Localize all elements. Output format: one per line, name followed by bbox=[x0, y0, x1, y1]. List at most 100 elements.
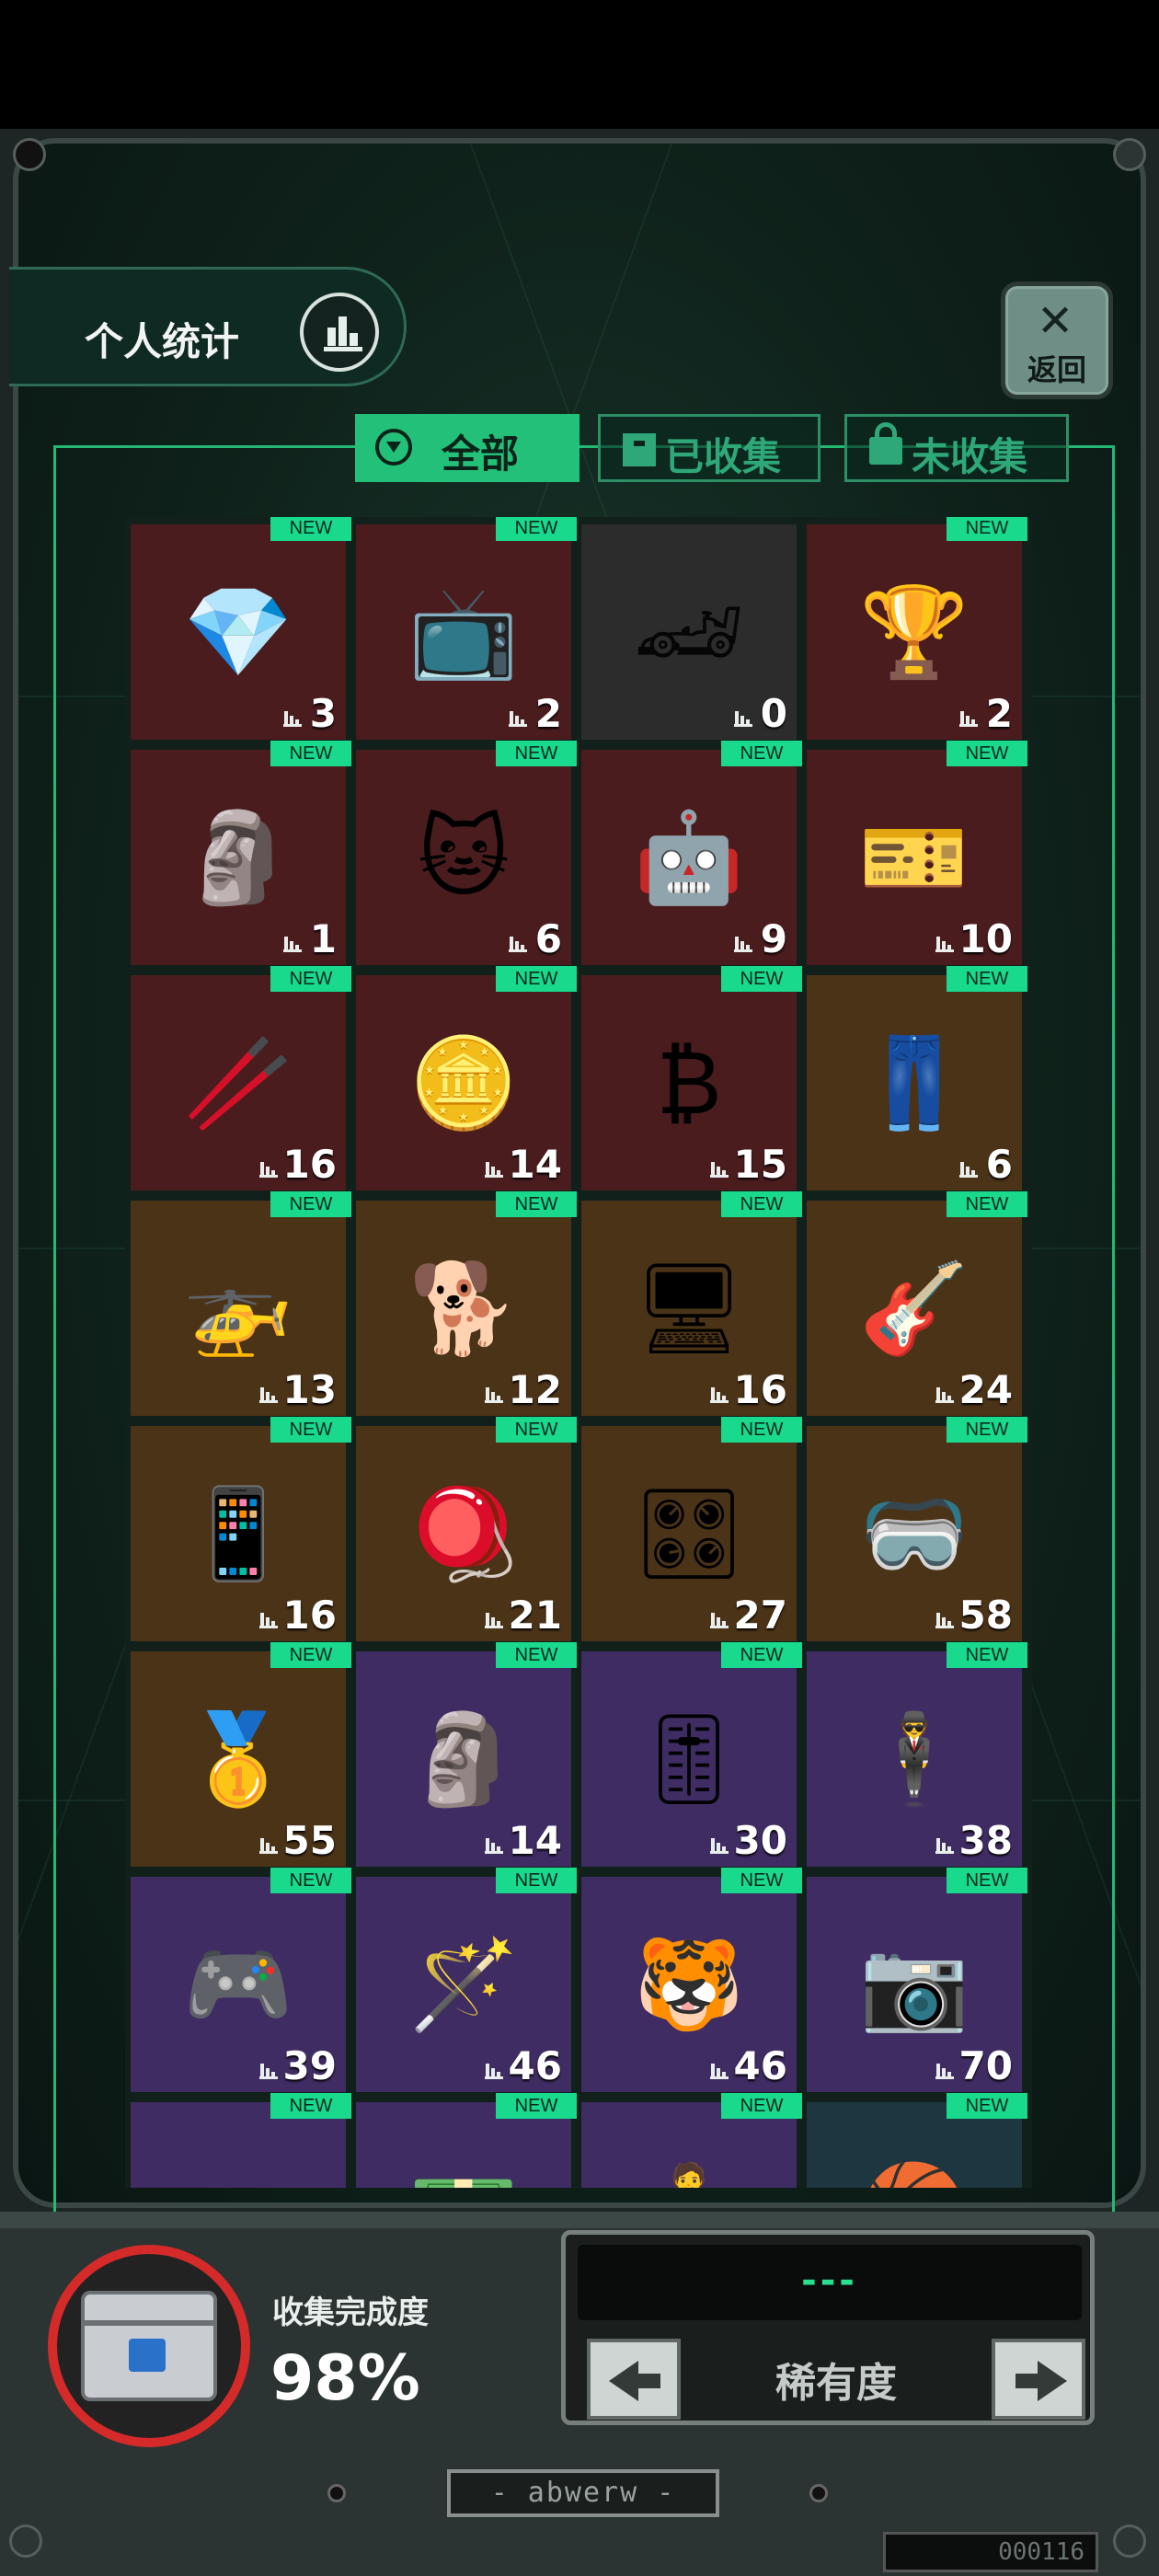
arrow-left-icon bbox=[609, 2361, 660, 2401]
collection-item[interactable]: 🪀 NEW 21 bbox=[356, 1417, 577, 1641]
arrow-right-icon bbox=[1016, 2361, 1067, 2401]
collection-item[interactable]: 🚁 NEW 13 bbox=[131, 1191, 351, 1416]
stats-small-icon bbox=[485, 1385, 505, 1403]
rarity-display: --- bbox=[578, 2245, 1082, 2320]
collection-item[interactable]: 🎸 NEW 24 bbox=[807, 1191, 1027, 1416]
completion-value: 98% bbox=[270, 2342, 420, 2415]
close-x-icon: ✕ bbox=[1037, 295, 1074, 347]
item-count: 0 bbox=[760, 691, 787, 736]
collection-item[interactable]: 🤖 NEW 9 bbox=[581, 741, 802, 965]
stats-small-icon bbox=[935, 1385, 956, 1403]
rarity-next-button[interactable] bbox=[992, 2339, 1085, 2420]
collection-item[interactable]: 🗿 NEW 1 bbox=[131, 741, 351, 965]
collection-item[interactable]: 🏆 NEW 2 bbox=[807, 517, 1027, 740]
collection-item[interactable]: 👖 NEW 6 bbox=[807, 966, 1027, 1190]
collection-item[interactable]: 🐕 NEW 12 bbox=[356, 1191, 577, 1416]
new-badge: NEW bbox=[721, 1642, 802, 1668]
item-count: 55 bbox=[282, 1818, 337, 1863]
chest-icon bbox=[81, 2291, 217, 2401]
stats-small-icon bbox=[734, 934, 754, 952]
screw bbox=[327, 2484, 346, 2502]
item-count: 9 bbox=[760, 916, 787, 961]
item-count: 58 bbox=[958, 1593, 1013, 1638]
new-badge: NEW bbox=[270, 1868, 351, 1893]
collection-item[interactable]: 🪙 NEW 14 bbox=[356, 966, 577, 1190]
collection-item[interactable]: 🥽 NEW 58 bbox=[807, 1417, 1027, 1641]
item-count: 14 bbox=[508, 1818, 562, 1863]
collection-item[interactable]: 🎚 NEW 30 bbox=[581, 1642, 802, 1867]
new-badge: NEW bbox=[721, 1191, 802, 1217]
collection-item[interactable]: ₿ NEW 15 bbox=[581, 966, 802, 1190]
stats-small-icon bbox=[283, 934, 304, 952]
new-badge: NEW bbox=[947, 2093, 1027, 2119]
collection-item[interactable]: 🐱 NEW 6 bbox=[356, 741, 577, 965]
lock-icon bbox=[869, 422, 902, 465]
item-count: 14 bbox=[508, 1142, 562, 1187]
rarity-label: 稀有度 bbox=[775, 2360, 897, 2407]
collection-item[interactable]: 📷 NEW 70 bbox=[807, 1868, 1027, 2092]
new-badge: NEW bbox=[947, 1417, 1027, 1443]
item-count: 70 bbox=[958, 2043, 1013, 2088]
item-count: 24 bbox=[958, 1367, 1013, 1412]
item-count: 30 bbox=[733, 1818, 787, 1863]
collection-item[interactable]: 🎫 NEW 10 bbox=[807, 741, 1027, 965]
collection-item[interactable]: 🧍NEW bbox=[581, 2093, 802, 2188]
rarity-prev-button[interactable] bbox=[587, 2339, 681, 2420]
completion-ring bbox=[48, 2245, 250, 2447]
collection-item[interactable]: 🏎 0 bbox=[581, 524, 797, 740]
collection-item[interactable]: 🐯 NEW 46 bbox=[581, 1868, 802, 2092]
collection-item[interactable]: 💵NEW bbox=[356, 2093, 577, 2188]
collection-item[interactable]: 🎮 NEW 39 bbox=[131, 1868, 351, 2092]
collection-item[interactable]: 🎛 NEW 27 bbox=[581, 1417, 802, 1641]
back-button[interactable]: ✕ 返回 bbox=[1001, 282, 1113, 399]
stats-small-icon bbox=[710, 1835, 730, 1854]
item-count: 12 bbox=[508, 1367, 562, 1412]
stats-small-icon bbox=[734, 708, 754, 727]
corner-bolt bbox=[1113, 138, 1146, 171]
stats-small-icon bbox=[485, 1835, 505, 1854]
tab-all[interactable]: 全部 bbox=[355, 414, 580, 482]
new-badge: NEW bbox=[270, 517, 351, 541]
stats-small-icon bbox=[710, 1159, 730, 1178]
collection-item[interactable]: 🕴 NEW 38 bbox=[807, 1642, 1027, 1867]
item-count: 46 bbox=[733, 2043, 787, 2088]
collection-item[interactable]: 🕶NEW bbox=[131, 2093, 351, 2188]
stats-small-icon bbox=[283, 708, 304, 727]
collection-item[interactable]: 🖥 NEW 16 bbox=[581, 1191, 802, 1416]
stats-small-icon bbox=[710, 2061, 730, 2079]
item-count: 6 bbox=[534, 916, 562, 961]
new-badge: NEW bbox=[270, 2093, 351, 2119]
new-badge: NEW bbox=[947, 517, 1027, 541]
stats-small-icon bbox=[485, 1610, 505, 1628]
item-count: 13 bbox=[282, 1367, 337, 1412]
tab-collected[interactable]: 已收集 bbox=[598, 414, 820, 482]
tab-all-label: 全部 bbox=[442, 431, 520, 477]
corner-bolt bbox=[9, 2524, 42, 2558]
collection-item[interactable]: 💎 NEW 3 bbox=[131, 517, 351, 740]
collection-item[interactable]: 📺 NEW 2 bbox=[356, 517, 577, 740]
collection-grid[interactable]: 💎 NEW 3 📺 NEW 2 🏎 0 🏆 NEW 2 🗿 NEW 1 🐱 NEW 6 🤖 NEW 9 🎫 NEW 10 🥢 N… bbox=[125, 517, 1032, 2188]
item-count: 46 bbox=[508, 2043, 562, 2088]
stats-small-icon bbox=[485, 1159, 505, 1178]
collection-item[interactable]: 🪄 NEW 46 bbox=[356, 1868, 577, 2092]
new-badge: NEW bbox=[947, 741, 1027, 766]
collection-item[interactable]: 🥇 NEW 55 bbox=[131, 1642, 351, 1867]
collection-item[interactable]: 🗿 NEW 14 bbox=[356, 1642, 577, 1867]
item-count: 16 bbox=[733, 1367, 787, 1412]
collection-item[interactable]: 📱 NEW 16 bbox=[131, 1417, 351, 1641]
collection-item[interactable]: 🥢 NEW 16 bbox=[131, 966, 351, 1190]
item-count: 10 bbox=[958, 916, 1013, 961]
new-badge: NEW bbox=[947, 966, 1027, 992]
stats-small-icon bbox=[935, 934, 956, 952]
stats-chart-button[interactable] bbox=[300, 293, 379, 372]
tab-uncollected[interactable]: 未收集 bbox=[844, 414, 1069, 482]
item-count: 38 bbox=[958, 1818, 1013, 1863]
stats-small-icon bbox=[485, 2061, 505, 2079]
item-count: 16 bbox=[282, 1142, 337, 1187]
item-count: 27 bbox=[733, 1593, 787, 1638]
new-badge: NEW bbox=[721, 1417, 802, 1443]
collection-item[interactable]: 🏀NEW bbox=[807, 2093, 1027, 2188]
back-label: 返回 bbox=[1027, 352, 1086, 387]
new-badge: NEW bbox=[496, 1868, 577, 1893]
tab-collected-label: 已收集 bbox=[665, 434, 782, 479]
